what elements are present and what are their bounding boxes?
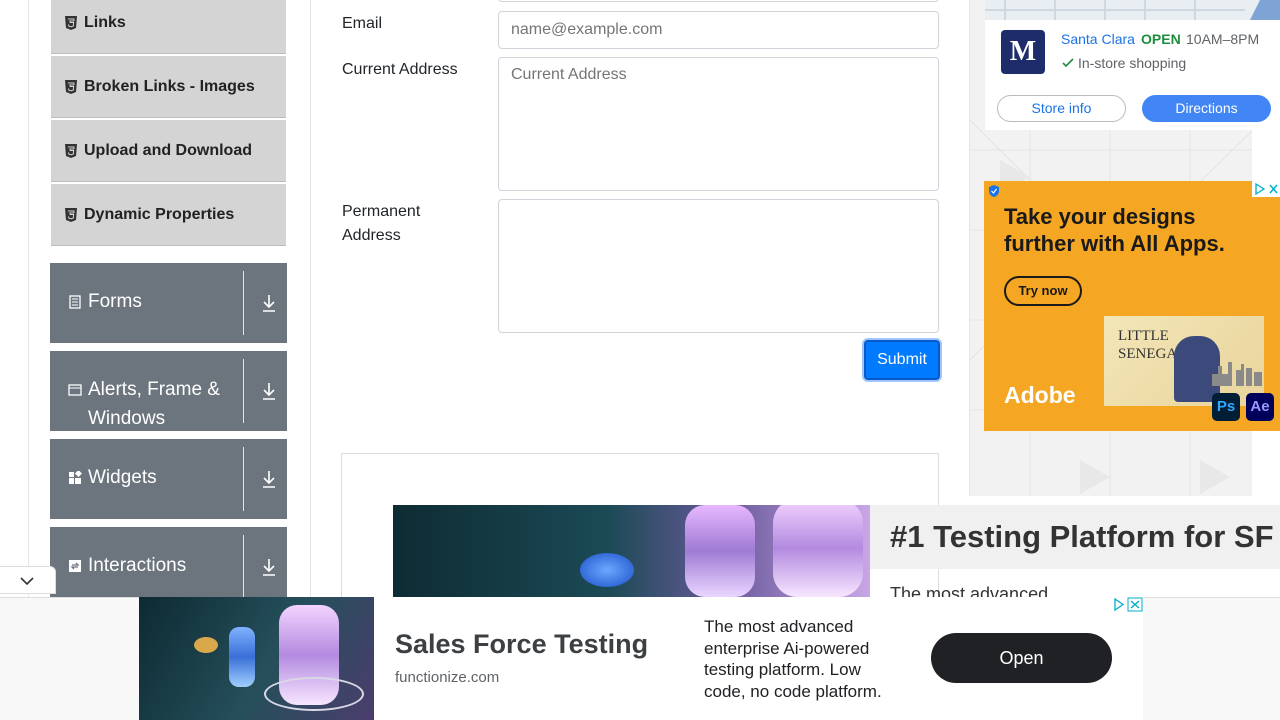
divider <box>243 447 244 511</box>
divider <box>243 271 244 335</box>
puck-shape <box>580 553 634 587</box>
download-icon <box>263 471 275 488</box>
map-streets <box>985 0 1280 20</box>
store-hours: 10AM–8PM <box>1186 31 1260 47</box>
poster-text-1: LITTLE <box>1118 328 1169 344</box>
bottom-ad[interactable]: Sales Force Testing functionize.com The … <box>139 597 1143 720</box>
sidebar-item-broken-links[interactable]: Broken Links - Images <box>51 56 286 118</box>
directions-button[interactable]: Directions <box>1142 95 1271 122</box>
window-icon <box>68 384 82 396</box>
chevron-down-icon <box>20 577 34 586</box>
download-icon <box>263 295 275 312</box>
check-icon <box>1062 58 1074 68</box>
adobe-brand: Adobe <box>1004 382 1076 408</box>
store-status: OPEN <box>1141 31 1181 47</box>
submit-button[interactable]: Submit <box>864 340 940 380</box>
cylinder-shape <box>773 505 863 597</box>
current-address-label: Current Address <box>342 61 458 78</box>
html5-icon <box>65 79 77 94</box>
html5-icon <box>65 143 77 158</box>
poster-image: LITTLE SENEGAL <box>1104 316 1264 406</box>
group-label: Forms <box>88 291 142 312</box>
after-effects-icon: Ae <box>1246 393 1274 421</box>
promo-title: #1 Testing Platform for SF <box>890 519 1274 554</box>
ad-choices[interactable] <box>1252 181 1280 197</box>
photoshop-icon: Ps <box>1212 393 1240 421</box>
bottom-ad-choices[interactable] <box>1111 597 1143 612</box>
sidebar-item-label: Dynamic Properties <box>84 205 235 223</box>
bottom-ad-title: Sales Force Testing <box>395 629 649 659</box>
adobe-headline: Take your designs further with All Apps. <box>1004 204 1225 256</box>
permanent-address-label: Permanent Address <box>342 203 421 244</box>
ring-shape <box>264 677 364 711</box>
divider <box>243 359 244 423</box>
promo-title-bar: #1 Testing Platform for SF <box>870 505 1280 569</box>
divider <box>243 535 244 599</box>
download-icon <box>263 559 275 576</box>
open-button[interactable]: Open <box>931 633 1112 683</box>
store-card: M Santa Clara OPEN 10AM–8PM In-store sho… <box>985 20 1280 130</box>
map-strip <box>985 0 1280 20</box>
interactions-icon <box>69 560 81 572</box>
download-icon <box>263 383 275 400</box>
puck-shape <box>194 637 218 653</box>
group-label: Interactions <box>88 555 187 576</box>
store-city[interactable]: Santa Clara <box>1061 31 1135 47</box>
content-divider <box>310 0 311 598</box>
puck-stack <box>229 627 255 687</box>
store-logo: M <box>1001 30 1045 74</box>
email-label: Email <box>342 15 383 32</box>
store-info-button[interactable]: Store info <box>997 95 1126 122</box>
current-address-field[interactable] <box>498 57 939 191</box>
cylinder-shape <box>685 505 755 597</box>
sidebar-group-alerts[interactable]: Alerts, Frame & Windows <box>50 351 287 431</box>
html5-icon <box>65 207 77 222</box>
sidebar-group-widgets[interactable]: Widgets <box>50 439 287 519</box>
permanent-address-field[interactable] <box>498 199 939 333</box>
store-feature: In-store shopping <box>1078 55 1187 71</box>
adchoices-icon <box>1114 597 1143 612</box>
bottom-ad-domain: functionize.com <box>395 669 500 686</box>
sidebar-group-forms[interactable]: Forms <box>50 263 287 343</box>
shield-icon <box>989 185 999 197</box>
widgets-icon <box>69 471 82 484</box>
group-label: Widgets <box>88 467 157 488</box>
left-divider <box>28 0 29 598</box>
form-icon <box>69 295 81 309</box>
collapse-toggle[interactable] <box>0 566 56 594</box>
sidebar-item-upload-download[interactable]: Upload and Download <box>51 120 286 182</box>
sidebar-group-interactions[interactable]: Interactions <box>50 527 287 599</box>
sidebar-item-links[interactable]: Links <box>51 0 286 54</box>
bottom-ad-image <box>139 597 374 720</box>
email-field[interactable] <box>498 11 939 49</box>
adobe-ad[interactable]: Take your designs further with All Apps.… <box>984 181 1280 431</box>
previous-input-edge <box>498 0 939 2</box>
adchoices-icon <box>1255 182 1278 196</box>
sidebar-item-label: Links <box>84 13 126 31</box>
bottom-ad-description: The most advanced enterprise Ai-powered … <box>704 617 882 701</box>
sidebar-item-dynamic-properties[interactable]: Dynamic Properties <box>51 184 286 246</box>
promo-image <box>393 505 870 597</box>
try-now-button[interactable]: Try now <box>1004 276 1082 306</box>
sidebar-item-label: Broken Links - Images <box>84 77 255 95</box>
html5-icon <box>65 15 77 30</box>
skyline-shape <box>1212 362 1262 386</box>
group-label: Alerts, Frame & Windows <box>88 379 220 429</box>
sidebar-item-label: Upload and Download <box>84 141 252 159</box>
